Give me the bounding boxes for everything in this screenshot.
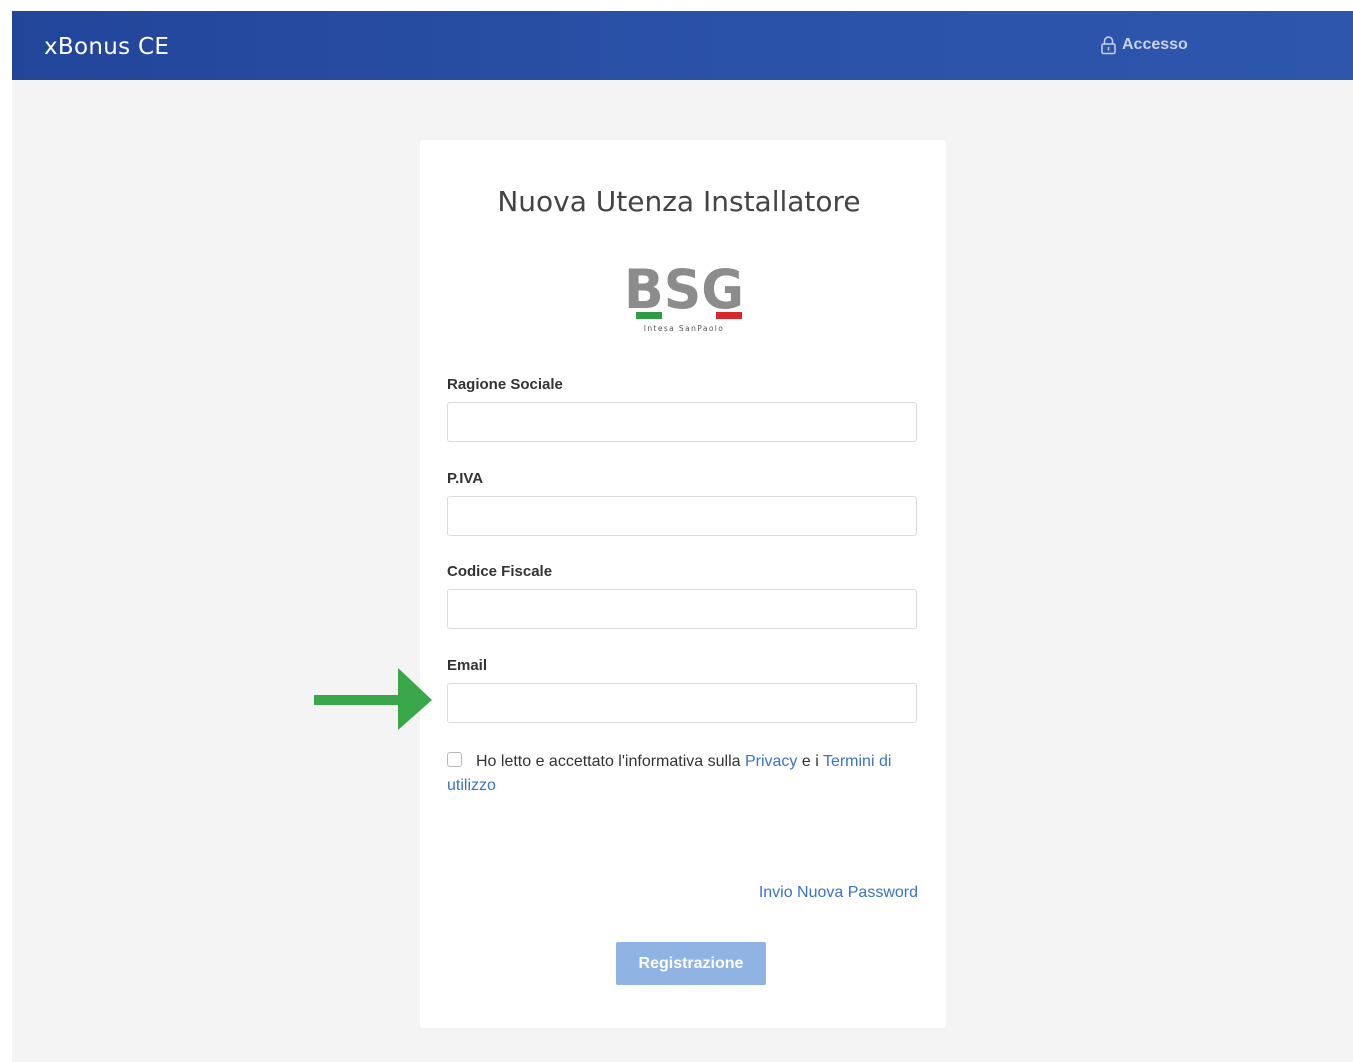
- consent-text-middle: e i: [801, 753, 819, 770]
- page-title: Nuova Utenza Installatore: [497, 185, 861, 218]
- piva-label: P.IVA: [447, 470, 484, 487]
- login-label: Accesso: [1122, 36, 1188, 53]
- logo-text: BSG: [624, 260, 744, 321]
- bsg-logo: BSG Intesa SanPaolo: [624, 260, 744, 333]
- codice-fiscale-label: Codice Fiscale: [447, 563, 553, 580]
- register-button[interactable]: Registrazione: [616, 942, 766, 985]
- ragione-sociale-input[interactable]: [447, 402, 917, 442]
- consent-checkbox[interactable]: [447, 752, 462, 767]
- email-label: Email: [447, 657, 488, 674]
- lock-icon: [1101, 36, 1116, 55]
- send-new-password-link[interactable]: Invio Nuova Password: [759, 884, 918, 902]
- codice-fiscale-input[interactable]: [447, 589, 917, 629]
- consent-block: Ho letto e accettato l'informativa sulla…: [447, 750, 917, 798]
- ragione-sociale-label: Ragione Sociale: [447, 376, 563, 393]
- annotation-arrow-icon: [314, 668, 432, 730]
- login-link[interactable]: Accesso: [1100, 33, 1188, 57]
- piva-input[interactable]: [447, 496, 917, 536]
- logo-subtitle: Intesa SanPaolo: [644, 324, 725, 333]
- browser-viewport: xBonus CE Accesso Nuova Utenza Installat…: [12, 11, 1353, 1062]
- app-brand[interactable]: xBonus CE: [44, 33, 169, 61]
- privacy-link[interactable]: Privacy: [745, 753, 797, 770]
- top-navbar: xBonus CE Accesso: [12, 11, 1353, 80]
- email-input[interactable]: [447, 683, 917, 723]
- registration-card: Nuova Utenza Installatore BSG Intesa San…: [420, 140, 946, 1028]
- consent-text-before: Ho letto e accettato l'informativa sulla: [476, 753, 741, 770]
